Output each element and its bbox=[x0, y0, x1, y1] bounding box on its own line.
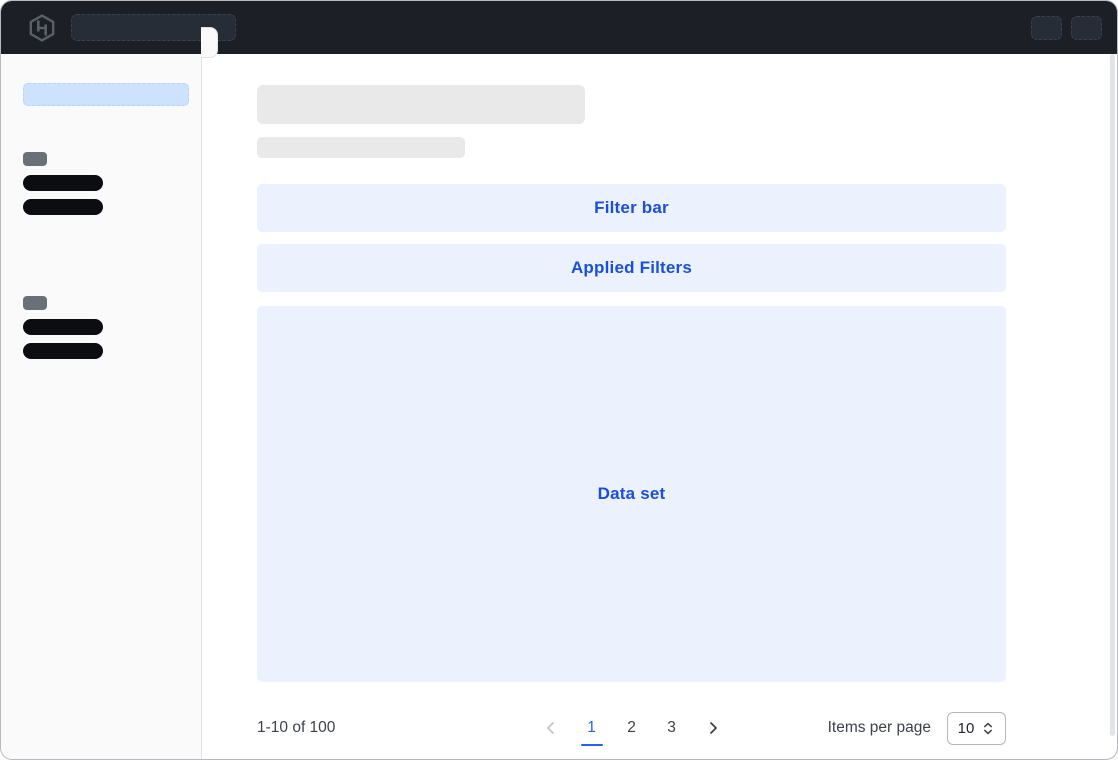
sidebar-nav-placeholder-3[interactable] bbox=[23, 319, 103, 335]
applied-filters-label: Applied Filters bbox=[571, 258, 692, 278]
sidebar-collapse-handle[interactable] bbox=[201, 27, 218, 58]
topbar-action-placeholder-1[interactable] bbox=[1031, 16, 1062, 40]
top-nav-bar bbox=[1, 1, 1117, 54]
filter-bar-region[interactable]: Filter bar bbox=[257, 184, 1006, 232]
page-button-1[interactable]: 1 bbox=[581, 717, 603, 739]
sidebar-section-label-placeholder-2 bbox=[23, 296, 47, 310]
pagination-bar: 1-10 of 100 1 2 3 Items per page 10 bbox=[257, 705, 1006, 751]
vertical-scrollbar[interactable] bbox=[1110, 54, 1115, 736]
topbar-actions bbox=[1031, 16, 1102, 40]
app-window: Filter bar Applied Filters Data set 1-10… bbox=[0, 0, 1118, 760]
hashicorp-logo-icon bbox=[28, 13, 56, 43]
chevron-left-icon[interactable] bbox=[539, 716, 563, 740]
page-button-3[interactable]: 3 bbox=[661, 717, 683, 739]
sidebar-nav-placeholder-2[interactable] bbox=[23, 199, 103, 215]
items-per-page-value: 10 bbox=[958, 720, 975, 737]
pagination-range-text: 1-10 of 100 bbox=[257, 719, 335, 737]
data-set-region: Data set bbox=[257, 306, 1006, 682]
topbar-action-placeholder-2[interactable] bbox=[1071, 16, 1102, 40]
sidebar-active-nav-placeholder[interactable] bbox=[23, 83, 189, 106]
chevron-right-icon[interactable] bbox=[701, 716, 725, 740]
items-per-page-label: Items per page bbox=[828, 719, 931, 737]
page-button-2[interactable]: 2 bbox=[621, 717, 643, 739]
items-per-page-select[interactable]: 10 bbox=[947, 712, 1006, 745]
sidebar-nav-placeholder-1[interactable] bbox=[23, 175, 103, 191]
applied-filters-region[interactable]: Applied Filters bbox=[257, 244, 1006, 292]
sidebar-section-label-placeholder-1 bbox=[23, 152, 47, 166]
data-set-label: Data set bbox=[598, 484, 666, 504]
sidebar-nav-placeholder-4[interactable] bbox=[23, 343, 103, 359]
page-subtitle-placeholder bbox=[257, 137, 465, 158]
pager: 1 2 3 bbox=[539, 716, 725, 740]
page-title-placeholder bbox=[257, 85, 585, 124]
sidebar bbox=[1, 54, 202, 759]
select-caret-icon bbox=[981, 721, 995, 736]
filter-bar-label: Filter bar bbox=[594, 198, 669, 218]
items-per-page-group: Items per page 10 bbox=[828, 712, 1006, 745]
